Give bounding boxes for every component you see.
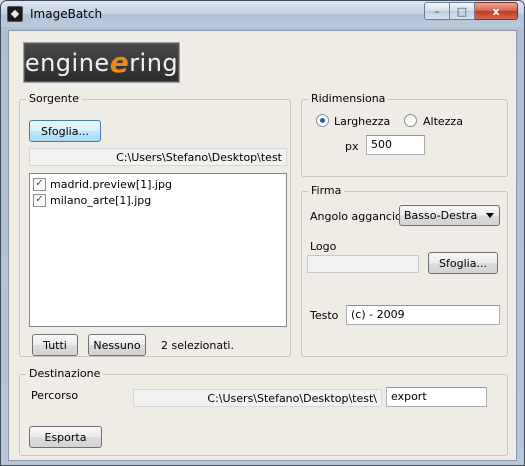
firma-group-label: Firma: [308, 184, 345, 197]
list-item[interactable]: ✓ madrid.preview[1].jpg: [30, 176, 286, 192]
list-item[interactable]: ✓ milano_arte[1].jpg: [30, 192, 286, 208]
ridimensiona-group-label: Ridimensiona: [308, 92, 389, 105]
width-radio[interactable]: [316, 114, 329, 127]
select-all-button[interactable]: Tutti: [32, 334, 78, 356]
logo-label: Logo: [310, 240, 337, 253]
destinazione-group: Destinazione Percorso C:\Users\Stefano\D…: [19, 367, 508, 456]
logo-text-end: ring: [129, 48, 179, 77]
title-bar[interactable]: ImageBatch – □ x: [1, 1, 524, 27]
text-label: Testo: [310, 309, 339, 322]
resize-value-input[interactable]: 500: [366, 135, 425, 155]
corner-label: Angolo aggancio: [310, 210, 402, 223]
firma-group: Firma Angolo aggancio Basso-Destra Logo …: [301, 184, 508, 357]
destination-path-label: Percorso: [31, 389, 79, 402]
client-area: engine e ring Sorgente Sfoglia... C:\Users…: [8, 30, 517, 461]
window-title: ImageBatch: [30, 7, 103, 21]
export-folder-input[interactable]: export: [386, 387, 487, 407]
minimize-button[interactable]: –: [424, 2, 450, 20]
sorgente-path-field: C:\Users\Stefano\Desktop\test: [29, 148, 287, 166]
logo-browse-button[interactable]: Sfoglia...: [428, 252, 498, 274]
sorgente-group-label: Sorgente: [26, 92, 82, 105]
engineering-logo: engine e ring: [23, 42, 180, 83]
destination-path-field: C:\Users\Stefano\Desktop\test\: [133, 389, 382, 407]
ridimensiona-group: Ridimensiona Larghezza Altezza px 500: [301, 92, 508, 177]
px-label: px: [345, 140, 359, 153]
file-name: madrid.preview[1].jpg: [50, 177, 172, 191]
destinazione-group-label: Destinazione: [26, 367, 104, 380]
file-checkbox-checked-icon[interactable]: ✓: [33, 177, 46, 191]
logo-text-highlight: e: [109, 46, 130, 79]
selected-count-status: 2 selezionati.: [161, 339, 234, 352]
sorgente-group: Sorgente Sfoglia... C:\Users\Stefano\Des…: [19, 92, 291, 357]
sorgente-browse-button[interactable]: Sfoglia...: [29, 120, 101, 142]
corner-select-value: Basso-Destra: [404, 209, 478, 222]
signature-text-input[interactable]: (c) - 2009: [346, 305, 500, 325]
export-button[interactable]: Esporta: [29, 426, 102, 448]
chevron-down-icon: [486, 213, 494, 218]
select-none-button[interactable]: Nessuno: [88, 334, 146, 356]
app-window: ImageBatch – □ x engine e ring Sorgente Sf…: [0, 0, 525, 466]
imagebatch-app-icon: [7, 6, 23, 22]
logo-text-start: engine: [24, 48, 110, 77]
width-radio-label[interactable]: Larghezza: [334, 115, 390, 128]
corner-select[interactable]: Basso-Destra: [399, 205, 500, 226]
file-checkbox-checked-icon[interactable]: ✓: [33, 193, 46, 207]
file-name: milano_arte[1].jpg: [50, 193, 152, 207]
file-listbox[interactable]: ✓ madrid.preview[1].jpg ✓ milano_arte[1]…: [29, 173, 287, 327]
maximize-button[interactable]: □: [450, 2, 475, 20]
window-controls: – □ x: [424, 2, 518, 20]
height-radio[interactable]: [404, 114, 417, 127]
logo-path-field: [307, 255, 419, 273]
close-button[interactable]: x: [475, 2, 518, 20]
height-radio-label[interactable]: Altezza: [423, 115, 463, 128]
